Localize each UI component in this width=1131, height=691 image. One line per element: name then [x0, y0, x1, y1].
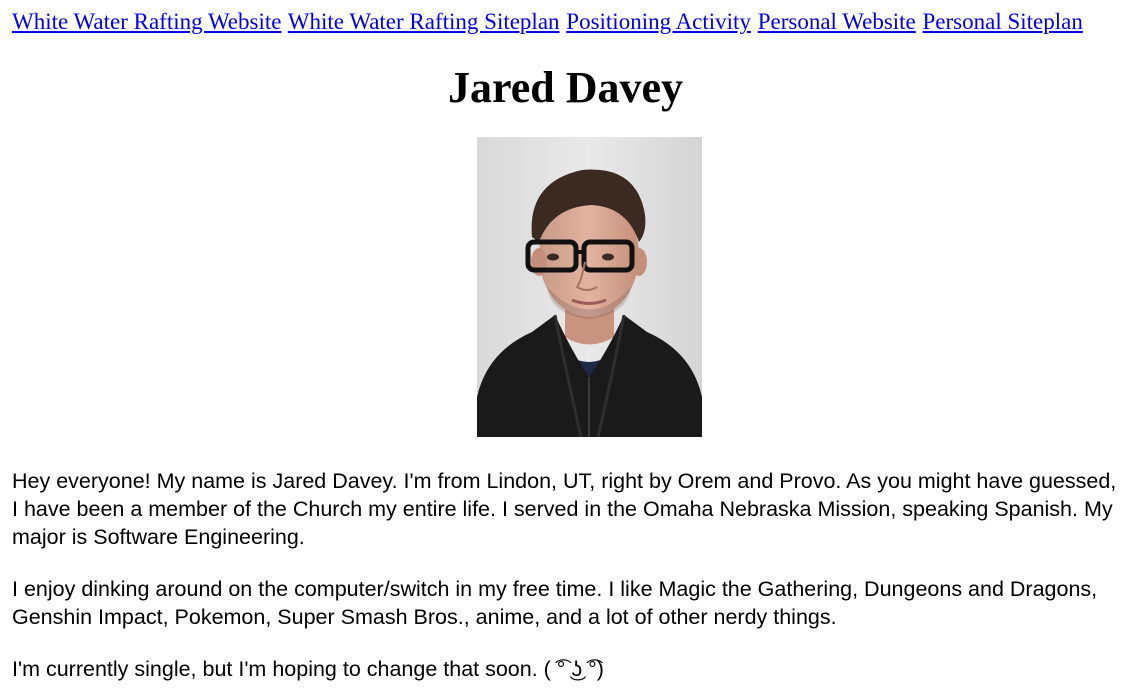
profile-photo: [477, 137, 702, 437]
nav-link-positioning-activity[interactable]: Positioning Activity: [566, 9, 751, 34]
nav-link-personal-siteplan[interactable]: Personal Siteplan: [923, 9, 1083, 34]
nav-link-personal-website[interactable]: Personal Website: [758, 9, 916, 34]
top-navigation: White Water Rafting Website White Water …: [12, 8, 1084, 36]
page: White Water Rafting Website White Water …: [0, 0, 1131, 691]
bio-paragraph-intro: Hey everyone! My name is Jared Davey. I'…: [12, 469, 1117, 549]
bio-paragraph-status: I'm currently single, but I'm hoping to …: [12, 657, 604, 681]
page-title: Jared Davey: [447, 63, 684, 112]
bio-paragraph-hobbies: I enjoy dinking around on the computer/s…: [12, 577, 1098, 629]
nav-link-white-water-rafting-siteplan[interactable]: White Water Rafting Siteplan: [288, 9, 560, 34]
main-content: Hey everyone! My name is Jared Davey. I'…: [12, 467, 1117, 683]
nav-link-white-water-rafting-website[interactable]: White Water Rafting Website: [12, 9, 281, 34]
